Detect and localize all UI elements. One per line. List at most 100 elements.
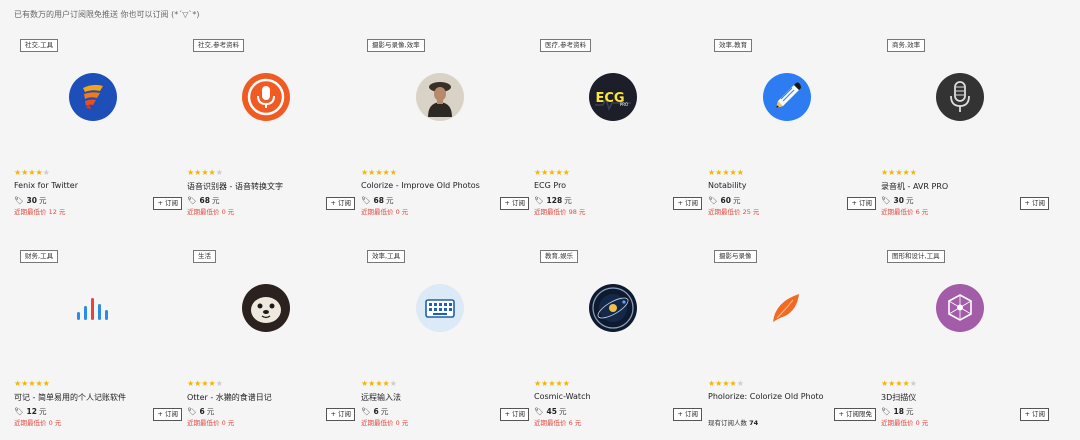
price-tag-icon: 🏷: [187, 196, 197, 205]
price: 🏷 30 元: [14, 196, 47, 205]
old-photo-portrait-icon[interactable]: [416, 73, 464, 121]
category-tag[interactable]: 生活: [193, 250, 216, 263]
subscribe-button[interactable]: + 订阅限免: [834, 408, 876, 421]
star-filled-icon: ★: [208, 379, 216, 388]
price: 🏷 30 元: [881, 196, 914, 205]
star-filled-icon: ★: [722, 168, 730, 177]
app-name[interactable]: Colorize - Improve Old Photos: [361, 181, 521, 190]
subscriber-count: 现有订阅人数 74: [708, 419, 759, 427]
category-tag[interactable]: 教育,娱乐: [540, 250, 579, 263]
category-tag[interactable]: 图形和设计,工具: [887, 250, 945, 263]
app-card[interactable]: 商务,效率 ★★★★★ 录音机 - AVR PRO 🏷 30 元 近期最低价 6 元…: [881, 35, 1049, 216]
app-card[interactable]: 摄影与录像,效率 ★★★★★ Colorize - Improve Old Ph…: [361, 35, 529, 216]
subscribe-button[interactable]: + 订阅: [1020, 408, 1049, 421]
rating-stars: ★★★★★: [14, 168, 50, 177]
app-name[interactable]: Fenix for Twitter: [14, 181, 174, 190]
subscribe-button[interactable]: + 订阅: [153, 197, 182, 210]
star-filled-icon: ★: [555, 379, 563, 388]
lowest-price: 近期最低价 6 元: [881, 208, 929, 216]
star-filled-icon: ★: [375, 168, 383, 177]
app-card[interactable]: 社交,参考资料 ★★★★★ 语音识别器 - 语音转换文字 🏷 68 元 近期最低价 …: [187, 35, 355, 216]
price-tag-icon: 🏷: [534, 196, 544, 205]
app-card[interactable]: 图形和设计,工具 ★★★★★ 3D扫描仪 🏷 18 元 近期最低价 0 元 + 订阅: [881, 246, 1049, 427]
pencil-notebook-icon[interactable]: [763, 73, 811, 121]
category-tag[interactable]: 摄影与录像,效率: [367, 39, 425, 52]
subscribe-button[interactable]: + 订阅: [500, 408, 529, 421]
star-filled-icon: ★: [389, 168, 397, 177]
category-tag[interactable]: 效率,工具: [367, 250, 406, 263]
subscribe-button[interactable]: + 订阅: [1020, 197, 1049, 210]
price: 🏷 12 元: [14, 407, 47, 416]
scanner-cube-icon[interactable]: [936, 284, 984, 332]
subscribe-button[interactable]: + 订阅: [500, 197, 529, 210]
app-name[interactable]: Otter - 水獭的食谱日记: [187, 392, 347, 403]
star-filled-icon: ★: [722, 379, 730, 388]
category-tag[interactable]: 社交,参考资料: [193, 39, 245, 52]
category-tag[interactable]: 财务,工具: [20, 250, 59, 263]
app-name[interactable]: 语音识别器 - 语音转换文字: [187, 181, 347, 192]
rating-stars: ★★★★★: [187, 379, 223, 388]
category-tag[interactable]: 社交,工具: [20, 39, 59, 52]
star-filled-icon: ★: [562, 168, 570, 177]
subscribe-button[interactable]: + 订阅: [673, 408, 702, 421]
star-filled-icon: ★: [729, 379, 737, 388]
star-filled-icon: ★: [729, 168, 737, 177]
star-filled-icon: ★: [902, 168, 910, 177]
app-card[interactable]: 医疗,参考资料 ECG PRO ★★★★★ ECG Pro 🏷 128 元 近期最低价…: [534, 35, 702, 216]
rating-stars: ★★★★★: [708, 379, 744, 388]
category-tag[interactable]: 效率,教育: [714, 39, 753, 52]
category-tag[interactable]: 医疗,参考资料: [540, 39, 592, 52]
star-filled-icon: ★: [548, 379, 556, 388]
subscribe-button[interactable]: + 订阅: [847, 197, 876, 210]
star-empty-icon: ★: [736, 379, 744, 388]
orange-leaf-icon[interactable]: [763, 284, 811, 332]
subscribe-button[interactable]: + 订阅: [326, 408, 355, 421]
star-filled-icon: ★: [909, 168, 917, 177]
app-name[interactable]: Notability: [708, 181, 868, 190]
app-card[interactable]: 效率,工具 ★★★★★ 远程输入法 🏷 6 元 近期最低价 0 元 + 订阅: [361, 246, 529, 427]
app-name[interactable]: 可记 - 简单易用的个人记账软件: [14, 392, 174, 403]
star-filled-icon: ★: [28, 168, 36, 177]
app-name[interactable]: 录音机 - AVR PRO: [881, 181, 1041, 192]
lowest-price: 近期最低价 0 元: [187, 208, 235, 216]
star-empty-icon: ★: [215, 379, 223, 388]
app-name[interactable]: ECG Pro: [534, 181, 694, 190]
subscribe-button[interactable]: + 订阅: [673, 197, 702, 210]
app-name[interactable]: 远程输入法: [361, 392, 521, 403]
app-card[interactable]: 摄影与录像 ★★★★★ Pholorize: Colorize Old Phot…: [708, 246, 876, 427]
bar-chart-logo-icon[interactable]: [69, 284, 117, 332]
app-name[interactable]: 3D扫描仪: [881, 392, 1041, 403]
price-tag-icon: 🏷: [881, 407, 891, 416]
subscribe-button[interactable]: + 订阅: [326, 197, 355, 210]
star-filled-icon: ★: [28, 379, 36, 388]
price: 🏷 68 元: [361, 196, 394, 205]
rating-stars: ★★★★★: [881, 379, 917, 388]
app-name[interactable]: Pholorize: Colorize Old Photo: [708, 392, 868, 401]
price-tag-icon: 🏷: [14, 196, 24, 205]
subscribe-button[interactable]: + 订阅: [153, 408, 182, 421]
app-card[interactable]: 教育,娱乐 ★★★★★ Cosmic-Watch 🏷 45 元 近期最低价 6 元 …: [534, 246, 702, 427]
microphone-app-icon[interactable]: [242, 73, 290, 121]
price-tag-icon: 🏷: [187, 407, 197, 416]
category-tag[interactable]: 摄影与录像: [714, 250, 757, 263]
lowest-price: 近期最低价 6 元: [534, 419, 582, 427]
rating-stars: ★★★★★: [534, 379, 570, 388]
fenix-logo-icon[interactable]: [69, 73, 117, 121]
lowest-price: 近期最低价 0 元: [14, 419, 62, 427]
app-card[interactable]: 财务,工具 ★★★★★ 可记 - 简单易用的个人记账软件 🏷 12 元 近期最低价 …: [14, 246, 182, 427]
cosmic-watch-icon[interactable]: [589, 284, 637, 332]
app-grid: 社交,工具 ★★★★★ Fenix for Twitter 🏷 30 元 近期最低价…: [14, 35, 1064, 430]
otter-face-icon[interactable]: [242, 284, 290, 332]
lowest-price: 近期最低价 12 元: [14, 208, 66, 216]
app-card[interactable]: 效率,教育 ★★★★★ Notability 🏷 60 元 近期最低价 25 元 +…: [708, 35, 876, 216]
star-empty-icon: ★: [909, 379, 917, 388]
star-filled-icon: ★: [35, 168, 43, 177]
category-tag[interactable]: 商务,效率: [887, 39, 926, 52]
price: 🏷 128 元: [534, 196, 572, 205]
app-name[interactable]: Cosmic-Watch: [534, 392, 694, 401]
app-card[interactable]: 生活 ★★★★★ Otter - 水獭的食谱日记 🏷 6 元 近期最低价 0 元 +…: [187, 246, 355, 427]
ecg-pro-icon[interactable]: ECG PRO: [589, 73, 637, 121]
studio-microphone-icon[interactable]: [936, 73, 984, 121]
keyboard-icon[interactable]: [416, 284, 464, 332]
app-card[interactable]: 社交,工具 ★★★★★ Fenix for Twitter 🏷 30 元 近期最低价…: [14, 35, 182, 216]
